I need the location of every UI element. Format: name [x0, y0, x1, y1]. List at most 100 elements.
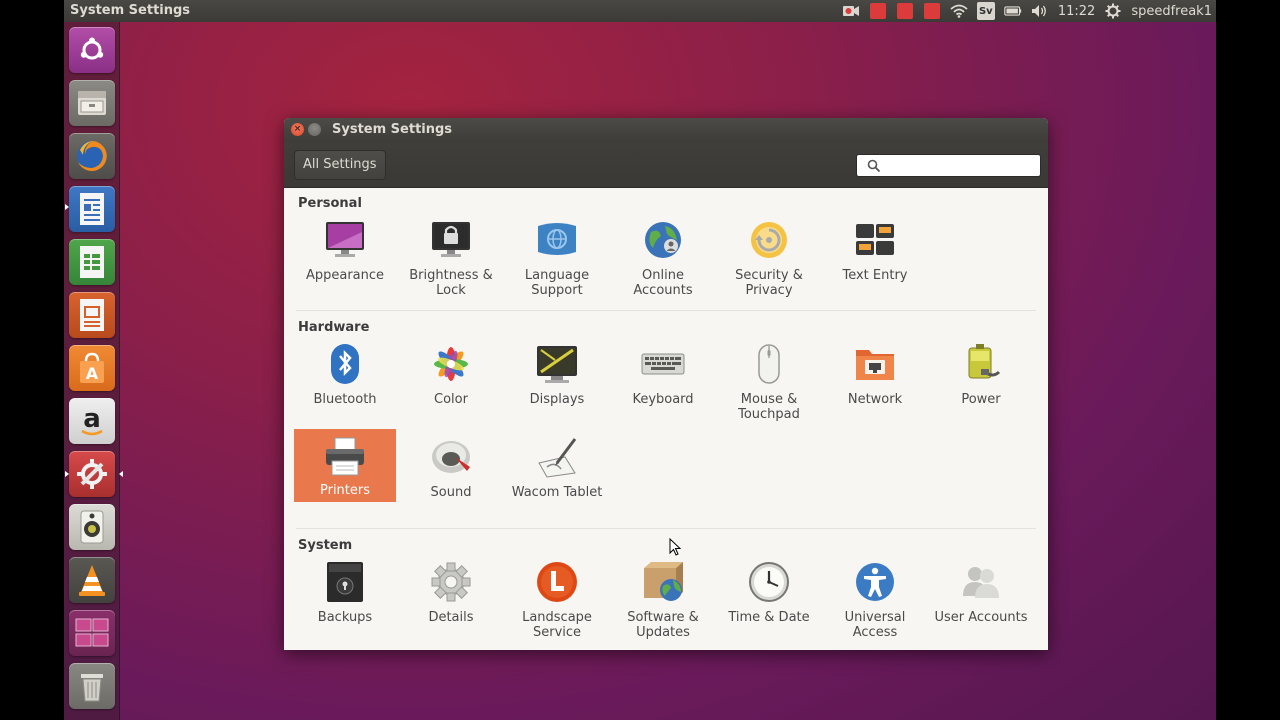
files-icon[interactable] — [69, 80, 115, 126]
indicator-area: Sv 11:22 speedfreak1 — [842, 0, 1212, 22]
power-icon — [968, 344, 1001, 379]
item-security-privacy[interactable]: Security & Privacy — [718, 218, 820, 298]
system-settings-window: × System Settings All Settings Personal … — [284, 118, 1048, 650]
battery-icon[interactable] — [1004, 3, 1022, 19]
clock-icon — [749, 562, 789, 602]
item-details[interactable]: Details — [400, 560, 502, 634]
close-icon: × — [293, 124, 302, 134]
item-power[interactable]: Power — [930, 342, 1032, 416]
item-sound[interactable]: Sound — [400, 435, 502, 509]
item-online-accounts[interactable]: Online Accounts — [612, 218, 714, 298]
item-label: Language Support — [524, 268, 590, 298]
item-language-support[interactable]: Language Support — [506, 218, 608, 298]
item-label: Text Entry — [842, 268, 908, 283]
item-color[interactable]: Color — [400, 342, 502, 416]
item-backups[interactable]: Backups — [294, 560, 396, 634]
mouse-pointer-icon — [669, 538, 681, 556]
universal-access-icon — [856, 563, 894, 601]
item-label: Security & Privacy — [735, 268, 803, 298]
search-box[interactable] — [856, 154, 1041, 177]
impress-icon[interactable] — [69, 292, 115, 338]
gear-icon[interactable] — [1104, 3, 1122, 19]
item-label: Mouse & Touchpad — [738, 392, 800, 422]
item-text-entry[interactable]: Text Entry — [824, 218, 926, 292]
item-displays[interactable]: Displays — [506, 342, 608, 416]
displays-icon — [537, 346, 577, 383]
top-panel: System Settings Sv 11:22 speedfreak1 — [64, 0, 1216, 22]
window-titlebar[interactable]: × System Settings — [284, 118, 1048, 142]
details-icon — [431, 562, 471, 602]
item-label: Backups — [317, 610, 373, 625]
all-settings-button[interactable]: All Settings — [294, 150, 386, 180]
svg-text:A: A — [86, 364, 99, 383]
keyboard-icon — [641, 353, 685, 375]
item-label: Displays — [529, 392, 585, 407]
firefox-icon[interactable] — [69, 133, 115, 179]
network-icon — [856, 350, 894, 380]
item-bluetooth[interactable]: Bluetooth — [294, 342, 396, 416]
security-privacy-icon — [751, 222, 787, 258]
item-landscape-service[interactable]: Landscape Service — [506, 560, 608, 640]
item-brightness-lock[interactable]: Brightness & Lock — [400, 218, 502, 298]
item-label: Power — [961, 392, 1001, 407]
item-keyboard[interactable]: Keyboard — [612, 342, 714, 416]
section-title-system: System — [298, 538, 353, 553]
text-entry-icon — [856, 224, 894, 255]
amazon-icon[interactable]: a — [69, 398, 115, 444]
search-icon — [867, 159, 881, 173]
item-network[interactable]: Network — [824, 342, 926, 416]
search-input[interactable] — [885, 157, 1035, 175]
item-label: Software & Updates — [627, 610, 699, 640]
user-accounts-icon — [963, 567, 999, 598]
item-mouse-touchpad[interactable]: Mouse & Touchpad — [718, 342, 820, 422]
launcher: A a — [64, 22, 123, 720]
section-separator — [296, 310, 1036, 311]
item-printers[interactable]: Printers — [294, 429, 396, 502]
top-panel-app-title: System Settings — [70, 3, 191, 18]
clock[interactable]: 11:22 — [1058, 4, 1095, 19]
item-user-accounts[interactable]: User Accounts — [930, 560, 1032, 634]
item-label: Appearance — [305, 268, 385, 283]
item-label: Universal Access — [844, 610, 906, 640]
close-button[interactable]: × — [291, 123, 304, 136]
volume-icon[interactable] — [1031, 3, 1049, 19]
camera-record-icon[interactable] — [842, 3, 860, 19]
section-title-hardware: Hardware — [298, 320, 370, 335]
speaker-icon[interactable] — [69, 504, 115, 550]
item-label: Details — [428, 610, 474, 625]
vlc-icon[interactable] — [69, 557, 115, 603]
red-indicator-icon[interactable] — [869, 3, 887, 19]
software-updates-icon — [644, 562, 683, 601]
item-label: Landscape Service — [522, 610, 592, 640]
system-settings-icon[interactable] — [65, 451, 115, 497]
item-software-updates[interactable]: Software & Updates — [612, 560, 714, 640]
section-separator — [296, 528, 1036, 529]
trash-icon[interactable] — [69, 663, 115, 709]
settings-panel: Personal Appearance Brightness & Lock La… — [284, 188, 1048, 650]
item-label: Wacom Tablet — [511, 485, 603, 500]
item-appearance[interactable]: Appearance — [294, 218, 396, 292]
wacom-tablet-icon — [538, 438, 577, 478]
red-indicator-icon[interactable] — [896, 3, 914, 19]
ubuntu-icon[interactable] — [69, 27, 115, 73]
wifi-icon[interactable] — [950, 3, 968, 19]
writer-icon[interactable] — [65, 186, 115, 232]
backups-icon — [327, 562, 363, 602]
keyboard-layout-indicator[interactable]: Sv — [976, 2, 995, 20]
color-icon — [434, 347, 468, 381]
workspaces-icon[interactable] — [69, 610, 115, 656]
software-center-icon[interactable]: A — [69, 345, 115, 391]
item-label: Time & Date — [728, 610, 810, 625]
item-wacom-tablet[interactable]: Wacom Tablet — [506, 435, 608, 509]
calc-icon[interactable] — [69, 239, 115, 285]
minimize-button[interactable] — [308, 123, 321, 136]
item-label: Keyboard — [632, 392, 694, 407]
red-indicator-icon[interactable] — [923, 3, 941, 19]
item-universal-access[interactable]: Universal Access — [824, 560, 926, 640]
item-time-date[interactable]: Time & Date — [718, 560, 820, 634]
mouse-icon — [758, 344, 780, 384]
item-label: Brightness & Lock — [409, 268, 493, 298]
svg-text:a: a — [83, 404, 101, 434]
landscape-icon — [537, 562, 577, 602]
user-name[interactable]: speedfreak1 — [1131, 4, 1212, 19]
